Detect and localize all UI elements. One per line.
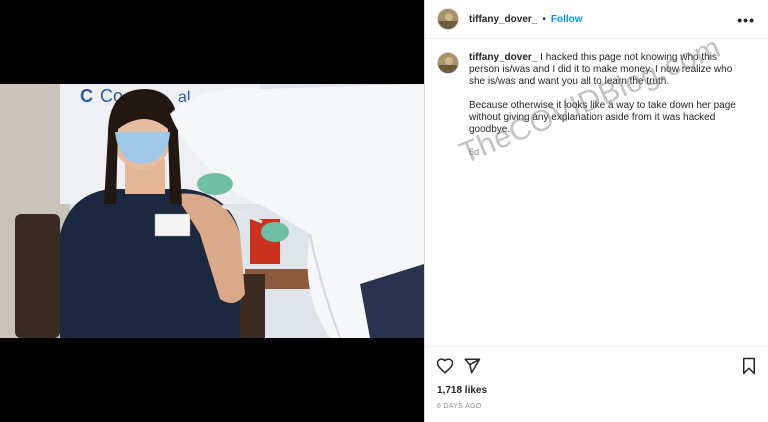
header-username[interactable]: tiffany_dover_ [469,14,537,25]
comment-avatar[interactable] [437,52,459,74]
sign-text-1: C [80,86,93,106]
post-media: C Co al emoria [0,0,424,422]
post-photo[interactable]: C Co al emoria [0,84,424,338]
comment-age[interactable]: 6d [469,146,749,158]
avatar[interactable] [437,8,459,30]
post-sidebar: tiffany_dover_ • Follow ••• tiffany_dove… [424,0,768,422]
caption-comment: tiffany_dover_ I hacked this page not kn… [437,52,757,158]
post-date[interactable]: 6 DAYS AGO [437,403,482,410]
follow-button[interactable]: Follow [551,14,583,25]
paper-plane-icon[interactable] [463,357,481,380]
bookmark-icon[interactable] [741,357,757,380]
comment-username[interactable]: tiffany_dover_ [469,52,537,63]
separator-dot: • [542,13,546,25]
likes-count[interactable]: 1,718 likes [437,385,487,396]
comment-paragraph-2: Because otherwise it looks like a way to… [469,100,736,135]
more-options-icon[interactable]: ••• [737,12,755,28]
comment-body: tiffany_dover_ I hacked this page not kn… [469,52,749,158]
post-header: tiffany_dover_ • Follow ••• [425,0,768,39]
action-bar [425,346,768,386]
heart-icon[interactable] [436,357,454,380]
